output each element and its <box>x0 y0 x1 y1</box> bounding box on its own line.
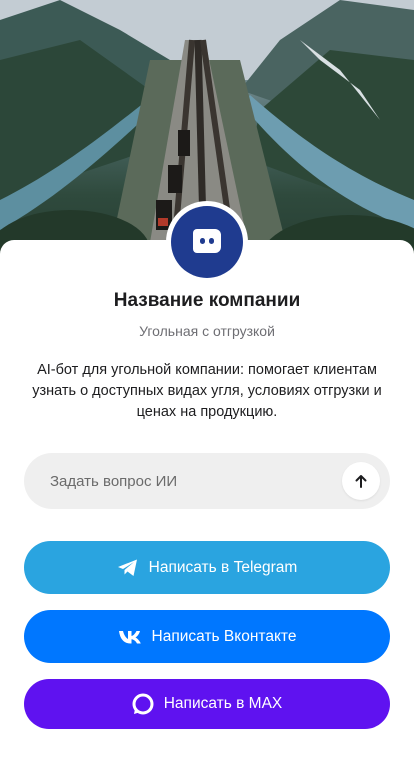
vk-icon <box>118 629 142 645</box>
telegram-button-label: Написать в Telegram <box>148 558 298 576</box>
vk-button-label: Написать Вконтакте <box>151 627 297 645</box>
company-name: Название компании <box>113 290 301 311</box>
ask-ai-field[interactable] <box>24 453 390 509</box>
company-category: Угольная с отгрузкой <box>139 323 275 339</box>
max-button-label: Написать в MAX <box>163 695 283 712</box>
max-button[interactable]: Написать в MAX <box>24 679 390 729</box>
arrow-up-icon <box>355 475 367 488</box>
telegram-button[interactable]: Написать в Telegram <box>24 541 390 594</box>
send-button[interactable] <box>342 462 380 500</box>
ask-ai-input[interactable] <box>48 471 342 491</box>
telegram-icon <box>117 558 139 578</box>
vk-button[interactable]: Написать Вконтакте <box>24 610 390 663</box>
avatar <box>166 201 248 283</box>
chat-bot-icon <box>171 206 243 278</box>
max-icon <box>132 693 154 715</box>
company-description: AI-бот для угольной компании: помогает к… <box>32 362 382 420</box>
